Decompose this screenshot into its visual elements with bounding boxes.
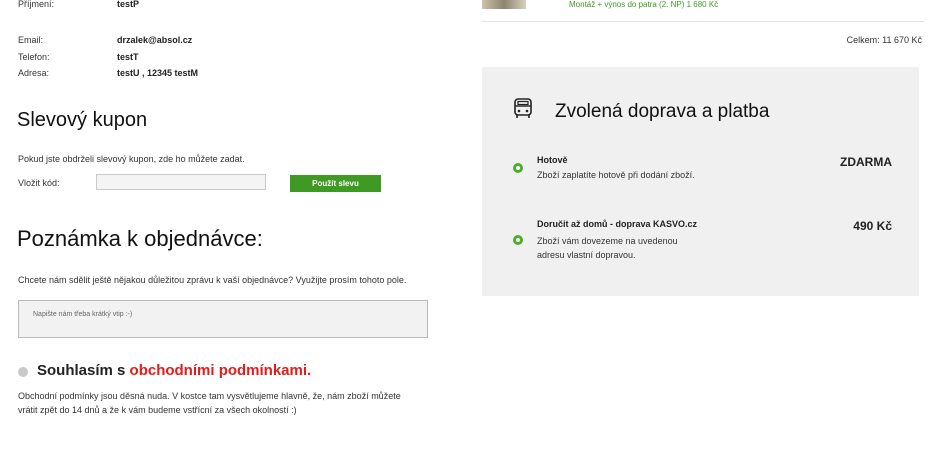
option-desc-cash: Zboží zaplatíte hotově při dodání zboží. xyxy=(537,170,695,180)
cart-divider xyxy=(482,21,924,22)
note-textarea[interactable]: Napište nám třeba krátký vtip :-) xyxy=(18,300,428,338)
truck-icon xyxy=(514,98,532,118)
product-thumbnail xyxy=(482,0,526,9)
email-label: Email: xyxy=(18,35,44,45)
address-label: Adresa: xyxy=(18,68,50,78)
terms-text-line1: Obchodní podmínky jsou děsná nuda. V kos… xyxy=(18,391,401,401)
terms-title: Souhlasím s obchodními podmínkami. xyxy=(37,362,311,379)
apply-coupon-button[interactable]: Použít slevu xyxy=(290,175,381,192)
note-hint: Chcete nám sdělit ještě nějakou důležito… xyxy=(18,275,407,285)
terms-link[interactable]: obchodními podmínkami. xyxy=(130,362,312,379)
terms-checkbox[interactable] xyxy=(18,367,28,377)
coupon-hint: Pokud jste obdrželi slevový kupon, zde h… xyxy=(18,154,245,164)
phone-label: Telefon: xyxy=(18,52,50,62)
option-price-cash: ZDARMA xyxy=(840,155,892,169)
coupon-code-label: Vložit kód: xyxy=(18,178,60,188)
email-value: drzalek@absol.cz xyxy=(117,35,193,45)
terms-text-line2: vrátit zpět do 14 dnů a že k vám budeme … xyxy=(18,405,297,415)
option-title-cash: Hotově xyxy=(537,155,568,165)
payment-radio-cash[interactable] xyxy=(513,163,523,173)
phone-value: testT xyxy=(117,52,139,62)
montaz-line: Montáž + výnos do patra (2. NP) 1 680 Kč xyxy=(569,0,719,9)
coupon-code-input[interactable] xyxy=(96,174,266,190)
shipping-title: Zvolená doprava a platba xyxy=(555,101,770,122)
option-price-delivery: 490 Kč xyxy=(853,219,892,233)
option-desc-delivery-line1: Zboží vám dovezeme na uvedenou xyxy=(537,236,678,246)
coupon-heading: Slevový kupon xyxy=(17,109,148,131)
address-value: testU , 12345 testM xyxy=(117,68,199,78)
surname-value: testP xyxy=(117,0,140,9)
surname-label: Příjmení: xyxy=(18,0,55,9)
option-title-delivery: Doručit až domů - doprava KASVO.cz xyxy=(537,219,698,229)
shipping-radio-delivery[interactable] xyxy=(513,235,523,245)
terms-prefix: Souhlasím s xyxy=(37,362,130,379)
note-heading: Poznámka k objednávce: xyxy=(17,226,263,251)
cart-total: Celkem: 11 670 Kč xyxy=(846,35,922,45)
option-desc-delivery-line2: adresu vlastní dopravou. xyxy=(537,250,636,260)
